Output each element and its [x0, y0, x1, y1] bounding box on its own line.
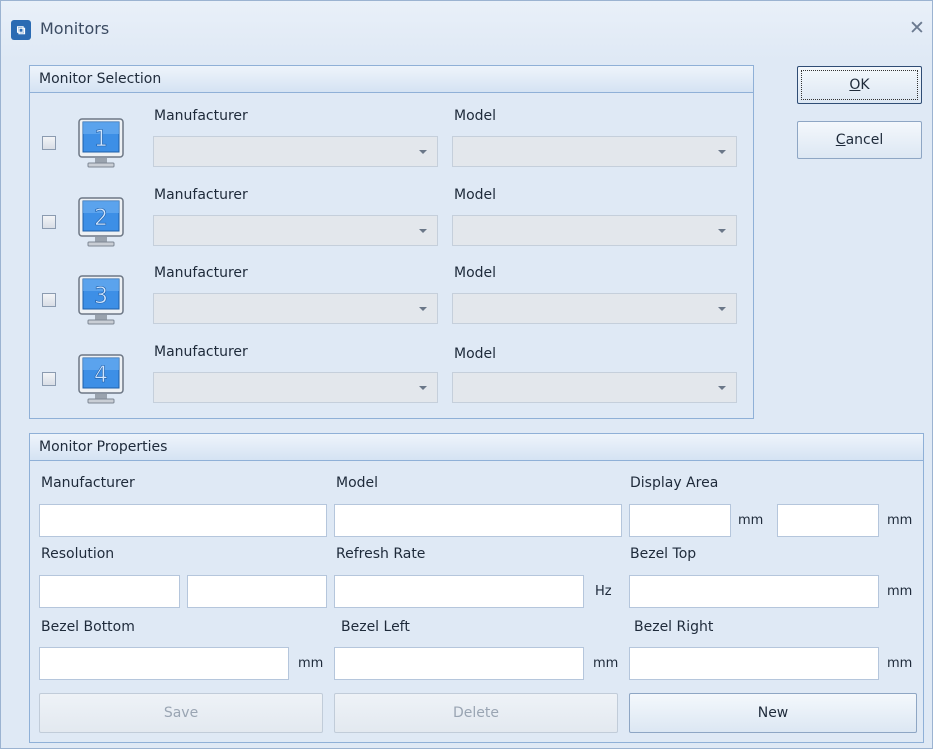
- monitor-4-manufacturer-select[interactable]: [153, 372, 438, 403]
- resolution-height-field[interactable]: [187, 575, 327, 608]
- display-area-label: Display Area: [630, 475, 719, 491]
- monitor-3-number: 3: [94, 284, 108, 309]
- bezel-right-label: Bezel Right: [634, 619, 714, 635]
- chevron-down-icon: [419, 386, 427, 390]
- monitor-2-checkbox[interactable]: [42, 215, 56, 229]
- monitor-3-model-select[interactable]: [452, 293, 737, 324]
- monitor-properties-header: Monitor Properties: [30, 434, 923, 461]
- monitor-1-manufacturer-select[interactable]: [153, 136, 438, 167]
- monitor-4-model-select[interactable]: [452, 372, 737, 403]
- save-button[interactable]: Save: [39, 693, 323, 733]
- ok-button[interactable]: OK: [797, 66, 922, 104]
- monitor-3-model-label: Model: [454, 265, 497, 281]
- monitor-2-model-label: Model: [454, 187, 497, 203]
- bezel-right-field[interactable]: [629, 647, 879, 680]
- monitor-2-model-select[interactable]: [452, 215, 737, 246]
- monitor-4-manufacturer-label: Manufacturer: [154, 344, 248, 360]
- monitor-selection-header: Monitor Selection: [30, 66, 753, 93]
- monitor-1-number: 1: [94, 127, 108, 152]
- monitor-1-manufacturer-label: Manufacturer: [154, 108, 248, 124]
- monitor-1-checkbox[interactable]: [42, 136, 56, 150]
- bezel-left-unit: mm: [593, 656, 619, 671]
- new-button[interactable]: New: [629, 693, 917, 733]
- bezel-top-field[interactable]: [629, 575, 879, 608]
- monitor-3-icon: 3: [78, 275, 124, 325]
- prop-manufacturer-label: Manufacturer: [41, 475, 135, 491]
- monitor-3-manufacturer-select[interactable]: [153, 293, 438, 324]
- monitor-1-model-select[interactable]: [452, 136, 737, 167]
- bezel-bottom-field[interactable]: [39, 647, 289, 680]
- monitor-4-icon: 4: [78, 354, 124, 404]
- app-icon: ⧉: [11, 20, 31, 40]
- monitor-4-checkbox[interactable]: [42, 372, 56, 386]
- monitor-1-icon: 1: [78, 118, 124, 168]
- monitor-2-icon: 2: [78, 197, 124, 247]
- display-area-width-field[interactable]: [629, 504, 731, 537]
- chevron-down-icon: [419, 150, 427, 154]
- chevron-down-icon: [718, 386, 726, 390]
- monitor-2-manufacturer-label: Manufacturer: [154, 187, 248, 203]
- cancel-mnemonic: C: [835, 132, 846, 148]
- monitor-4-number: 4: [94, 363, 108, 388]
- refresh-rate-label: Refresh Rate: [336, 546, 426, 562]
- window-title: Monitors: [40, 19, 110, 38]
- bezel-bottom-unit: mm: [298, 656, 324, 671]
- display-area-height-unit: mm: [887, 513, 913, 528]
- monitor-2-number: 2: [94, 206, 108, 231]
- bezel-left-label: Bezel Left: [341, 619, 410, 635]
- bezel-bottom-label: Bezel Bottom: [41, 619, 135, 635]
- bezel-top-label: Bezel Top: [630, 546, 697, 562]
- chevron-down-icon: [718, 150, 726, 154]
- title-bar: ⧉ Monitors ✕: [1, 1, 932, 59]
- monitor-4-model-label: Model: [454, 346, 497, 362]
- delete-button[interactable]: Delete: [334, 693, 618, 733]
- bezel-top-unit: mm: [887, 584, 913, 599]
- resolution-width-field[interactable]: [39, 575, 180, 608]
- prop-model-label: Model: [336, 475, 379, 491]
- chevron-down-icon: [419, 229, 427, 233]
- display-area-width-unit: mm: [738, 513, 764, 528]
- resolution-label: Resolution: [41, 546, 115, 562]
- monitor-2-manufacturer-select[interactable]: [153, 215, 438, 246]
- prop-model-field[interactable]: [334, 504, 622, 537]
- chevron-down-icon: [718, 229, 726, 233]
- refresh-rate-field[interactable]: [334, 575, 584, 608]
- prop-manufacturer-field[interactable]: [39, 504, 327, 537]
- cancel-label-rest: ancel: [845, 132, 884, 148]
- monitor-3-checkbox[interactable]: [42, 293, 56, 307]
- chevron-down-icon: [718, 307, 726, 311]
- monitors-dialog: ⧉ Monitors ✕ OK Cancel Monitor Selection…: [0, 0, 933, 749]
- monitor-3-manufacturer-label: Manufacturer: [154, 265, 248, 281]
- bezel-left-field[interactable]: [334, 647, 584, 680]
- refresh-rate-unit: Hz: [595, 584, 612, 599]
- display-area-height-field[interactable]: [777, 504, 879, 537]
- bezel-right-unit: mm: [887, 656, 913, 671]
- chevron-down-icon: [419, 307, 427, 311]
- focus-rectangle: [801, 70, 918, 100]
- monitor-1-model-label: Model: [454, 108, 497, 124]
- close-icon[interactable]: ✕: [907, 17, 927, 39]
- cancel-button[interactable]: Cancel: [797, 121, 922, 159]
